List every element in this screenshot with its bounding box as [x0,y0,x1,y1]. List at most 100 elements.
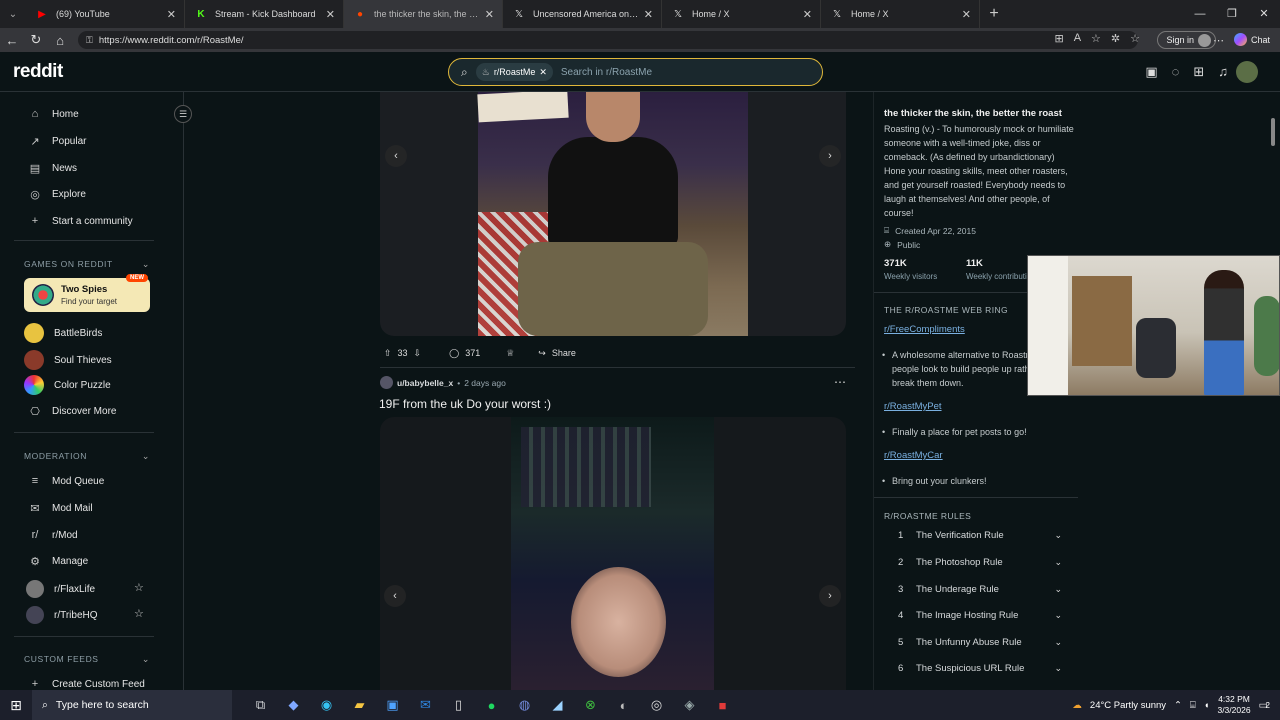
close-icon[interactable]: ✕ [803,8,812,21]
share-button[interactable]: ↪ Share [534,344,580,362]
taskbar-search-input[interactable]: ⌕ Type here to search [32,690,232,720]
tab-x-uncensored[interactable]: 𝕏 Uncensored America on X: "Myron ✕ [503,0,662,28]
tab-x-home-2[interactable]: 𝕏 Home / X ✕ [821,0,980,28]
collapse-sidebar-button[interactable]: ☰ [174,105,192,123]
close-icon[interactable]: ✕ [539,67,547,78]
nav-create-custom-feed[interactable]: + Create Custom Feed [28,678,145,690]
search-input[interactable]: ⌕ ♨ r/RoastMe ✕ Search in r/RoastMe [448,58,823,86]
carousel-prev-button[interactable]: ‹ [385,145,407,167]
tab-kick[interactable]: K Stream - Kick Dashboard ✕ [185,0,344,28]
rule-item[interactable]: 6 The Suspicious URL Rule ⌄ [898,663,1062,674]
outlook-icon[interactable]: ✉ [409,697,442,713]
nav-start-community[interactable]: + Start a community [28,215,133,227]
task-view-icon[interactable]: ⧉ [244,697,277,713]
carousel-prev-button[interactable]: ‹ [384,585,406,607]
app-available-icon[interactable]: ⊞ [1054,32,1063,45]
upvote-icon[interactable]: ⇧ [384,348,392,359]
chevron-up-icon[interactable]: ⌃ [1174,700,1182,711]
site-info-icon[interactable]: ⚿ [86,35,93,46]
webring-link[interactable]: r/RoastMyCar [884,450,943,461]
refresh-icon[interactable]: ↻ [24,32,48,48]
extensions-icon[interactable]: ✲ [1111,32,1120,45]
rule-item[interactable]: 2 The Photoshop Rule ⌄ [898,557,1062,568]
post-title[interactable]: 19F from the uk Do your worst :) [379,397,551,411]
carousel-next-button[interactable]: › [819,145,841,167]
game-color-puzzle[interactable]: Color Puzzle [24,375,111,395]
nav-manage[interactable]: ⚙ Manage [28,555,88,568]
advertise-icon[interactable]: ▣ [1145,64,1157,80]
windows-start-icon[interactable]: ⊞ [0,697,32,714]
webring-link[interactable]: r/RoastMyPet [884,401,942,412]
obs-icon[interactable]: ◎ [640,697,673,713]
file-explorer-icon[interactable]: ▰ [343,697,376,713]
restore-icon[interactable]: ❐ [1216,0,1248,28]
weather-text[interactable]: 24°C Partly sunny [1090,700,1166,711]
sign-in-button[interactable]: Sign in [1157,31,1216,49]
rule-item[interactable]: 1 The Verification Rule ⌄ [898,530,1062,541]
copilot-icon[interactable]: ◆ [277,697,310,713]
app-icon[interactable]: ◢ [541,697,574,713]
reddit-logo[interactable]: reddit [13,61,63,83]
home-icon[interactable]: ⌂ [48,33,72,48]
more-icon[interactable]: ⋯ [1213,34,1224,47]
tab-reddit[interactable]: ● the thicker the skin, the better the ✕ [344,0,503,28]
game-soul-thieves[interactable]: Soul Thieves [24,350,112,370]
award-button[interactable]: ♕ [502,344,518,362]
moderation-section-header[interactable]: MODERATION ⌄ [24,451,150,462]
nav-r-mod[interactable]: r/ r/Mod [28,529,78,541]
community-tribehq[interactable]: r/TribeHQ [26,606,98,624]
steam-icon[interactable]: ◐ [607,698,640,713]
nav-home[interactable]: ⌂ Home [28,108,79,120]
read-aloud-icon[interactable]: A [1074,32,1081,45]
notepad-icon[interactable]: ▯ [442,697,475,713]
favorite-star-icon[interactable]: ☆ [134,607,144,620]
post-options-icon[interactable]: ⋯ [834,375,846,389]
nav-popular[interactable]: ↗ Popular [28,135,86,148]
games-section-header[interactable]: GAMES ON REDDIT ⌄ [24,259,150,270]
user-avatar[interactable] [380,376,393,389]
edge-icon[interactable]: ◉ [310,697,343,713]
post-image-carousel[interactable]: ‹ › [380,417,846,690]
favorite-icon[interactable]: ☆ [1091,32,1101,45]
notifications-icon[interactable]: ♫ [1218,64,1228,80]
post-author[interactable]: u/babybelle_x [397,378,453,388]
favorites-icon[interactable]: ☆ [1130,32,1140,45]
discord-icon[interactable]: ◍ [508,697,541,713]
xbox-icon[interactable]: ⊗ [574,697,607,713]
close-icon[interactable]: ✕ [485,8,494,21]
clock[interactable]: 4:32 PM 3/3/2026 [1217,694,1250,716]
post-image-carousel[interactable]: ‹ › [380,92,846,336]
scrollbar-thumb[interactable] [1271,118,1275,146]
app-icon[interactable]: ◈ [673,697,706,713]
close-icon[interactable]: ✕ [962,8,971,21]
url-field[interactable]: ⚿ https://www.reddit.com/r/RoastMe/ [78,31,1138,49]
game-battlebirds[interactable]: BattleBirds [24,323,102,343]
close-icon[interactable]: ✕ [644,8,653,21]
custom-feeds-section-header[interactable]: CUSTOM FEEDS ⌄ [24,654,150,665]
back-icon[interactable]: ← [0,33,24,48]
nav-news[interactable]: ▤ News [28,162,77,175]
rule-item[interactable]: 4 The Image Hosting Rule ⌄ [898,610,1062,621]
tab-actions-menu-icon[interactable]: ⌄ [0,0,26,28]
discover-more[interactable]: ⎔ Discover More [28,405,116,418]
community-flaxlife[interactable]: r/FlaxLife [26,580,95,598]
comments-button[interactable]: ◯ 371 [445,344,484,362]
close-window-icon[interactable]: ✕ [1248,0,1280,28]
webring-link[interactable]: r/FreeCompliments [884,324,965,335]
store-icon[interactable]: ▣ [376,697,409,713]
subreddit-search-chip[interactable]: ♨ r/RoastMe ✕ [475,63,553,81]
tab-youtube[interactable]: ▶ (69) YouTube ✕ [26,0,185,28]
network-icon[interactable]: ⌸ [1190,700,1196,711]
carousel-next-button[interactable]: › [819,585,841,607]
minimize-icon[interactable]: — [1184,0,1216,28]
featured-game-two-spies[interactable]: Two Spies Find your target NEW [24,274,150,312]
favorite-star-icon[interactable]: ☆ [134,581,144,594]
tab-x-home[interactable]: 𝕏 Home / X ✕ [662,0,821,28]
user-avatar[interactable] [1236,61,1258,83]
close-icon[interactable]: ✕ [167,8,176,21]
spotify-icon[interactable]: ● [475,698,508,713]
nav-mod-queue[interactable]: ≡ Mod Queue [28,475,104,487]
downvote-icon[interactable]: ⇩ [414,348,422,359]
nav-mod-mail[interactable]: ✉ Mod Mail [28,502,92,515]
streaming-app-icon[interactable]: ■ [706,698,739,713]
